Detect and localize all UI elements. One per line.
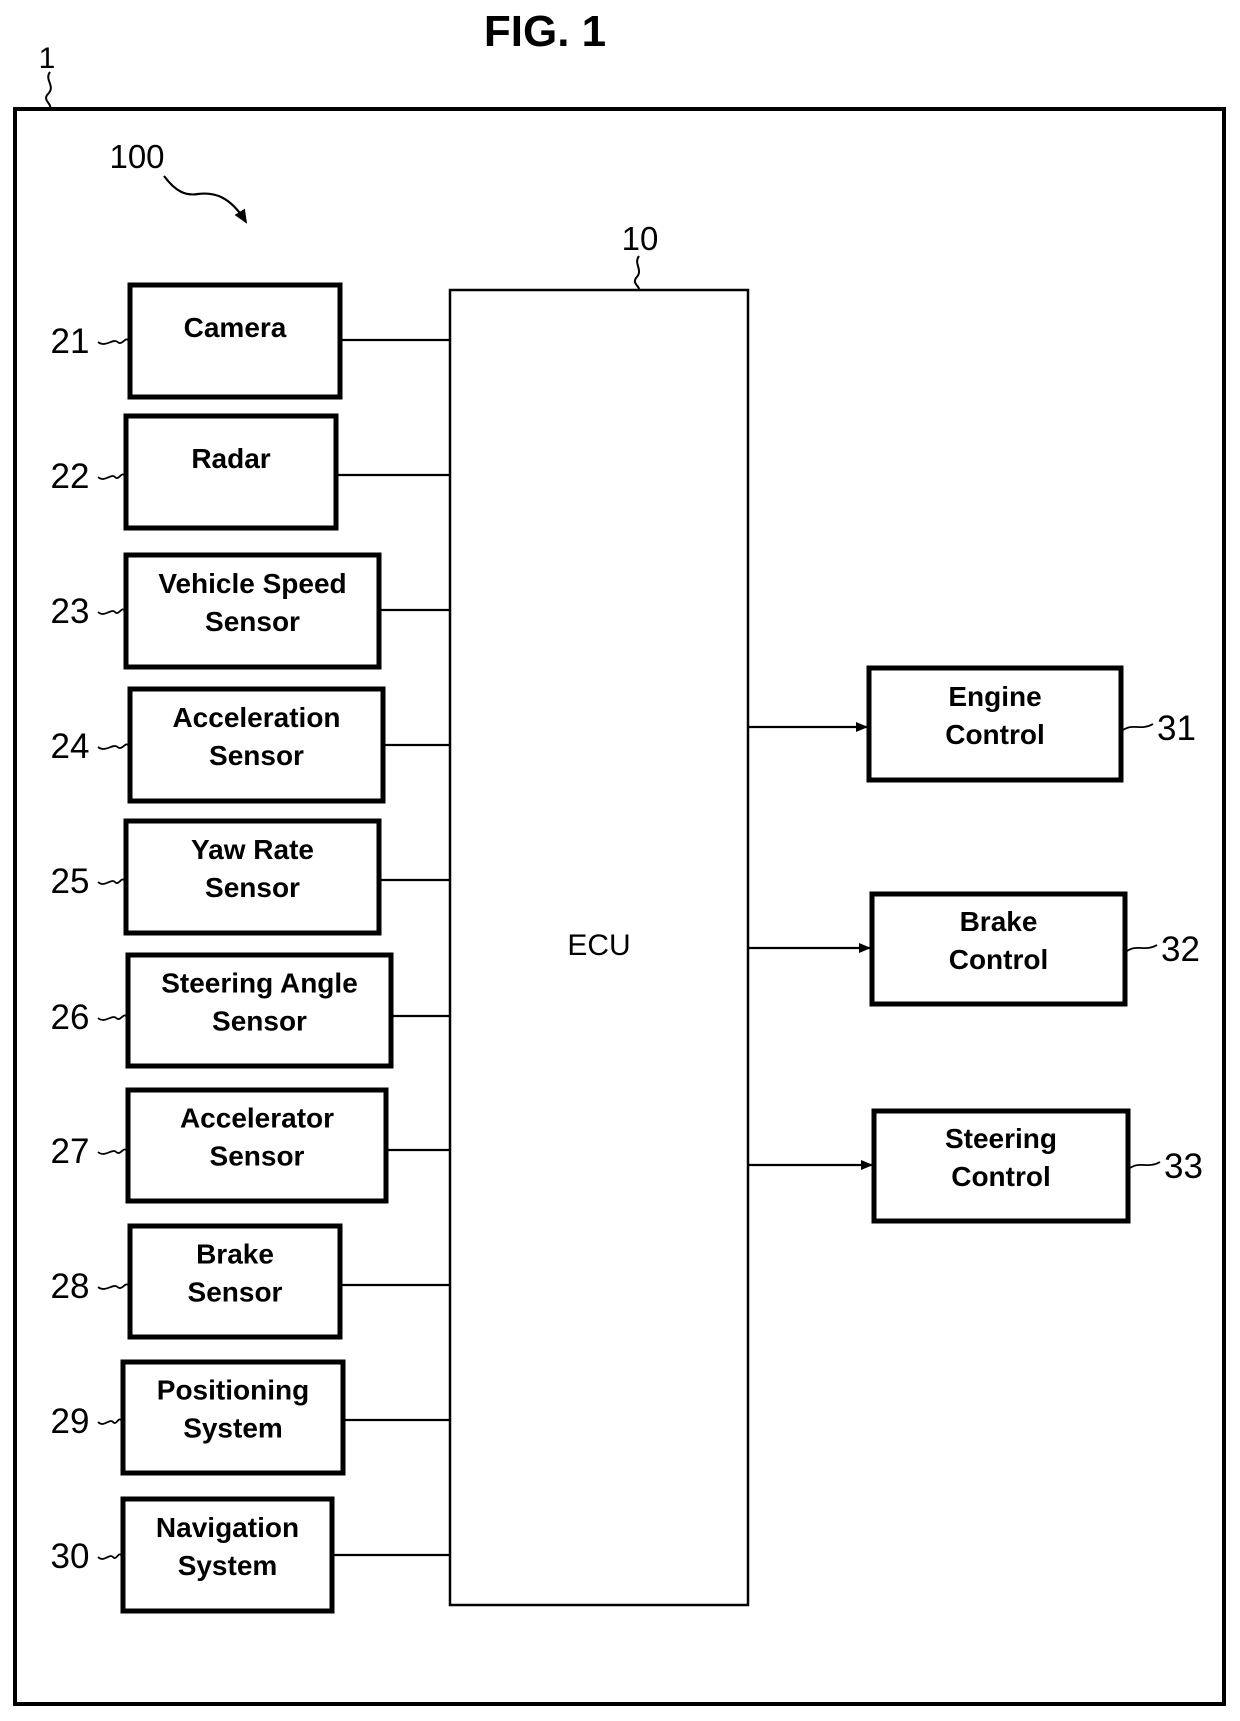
input-label-navigation-system-line-2: System <box>178 1550 278 1581</box>
output-ref-leader-32 <box>1126 944 1158 952</box>
input-ref-leader-21 <box>97 338 129 345</box>
input-block-accelerator-sensor: Accelerator Sensor 27 <box>51 1087 450 1204</box>
vehicle-ref-leader <box>45 71 52 109</box>
input-label-yaw-rate-sensor-line-2: Sensor <box>205 872 300 903</box>
output-label-engine-control-line-1: Engine <box>948 681 1041 712</box>
block-diagram: FIG. 1 1 100 10 ECU Camera 21 Radar 22 Vehic… <box>13 7 1226 1706</box>
input-label-yaw-rate-sensor-line-1: Yaw Rate <box>191 834 314 865</box>
input-ref-26: 26 <box>51 998 90 1037</box>
input-block-acceleration-sensor: Acceleration Sensor 24 <box>51 686 450 804</box>
input-ref-leader-27 <box>97 1148 127 1155</box>
output-label-steering-control-line-2: Control <box>951 1161 1051 1192</box>
input-label-acceleration-sensor-line-1: Acceleration <box>172 702 340 733</box>
input-label-navigation-system-line-1: Navigation <box>156 1512 299 1543</box>
input-block-steering-angle-sensor: Steering Angle Sensor 26 <box>51 952 450 1069</box>
input-label-acceleration-sensor-line-2: Sensor <box>209 740 304 771</box>
input-label-vehicle-speed-sensor-line-2: Sensor <box>205 606 300 637</box>
output-blocks: Engine Control 31 Brake Control 32 Steering Con… <box>748 665 1203 1224</box>
input-ref-23: 23 <box>51 592 90 631</box>
output-ref-leader-33 <box>1129 1161 1161 1169</box>
ecu-ref-leader <box>633 255 641 291</box>
input-label-brake-sensor-line-1: Brake <box>196 1239 274 1270</box>
input-ref-24: 24 <box>51 727 90 766</box>
input-block-yaw-rate-sensor: Yaw Rate Sensor 25 <box>51 818 450 936</box>
output-ref-leader-31 <box>1122 723 1154 731</box>
input-ref-leader-23 <box>97 608 125 615</box>
input-ref-25: 25 <box>51 862 90 901</box>
output-label-brake-control-line-2: Control <box>949 944 1049 975</box>
figure-title: FIG. 1 <box>484 7 606 56</box>
output-block-engine-control: Engine Control 31 <box>748 665 1196 783</box>
output-label-engine-control-line-2: Control <box>945 719 1045 750</box>
output-label-brake-control-line-1: Brake <box>960 906 1038 937</box>
input-ref-22: 22 <box>51 457 90 496</box>
output-block-steering-control: Steering Control 33 <box>748 1108 1203 1224</box>
input-label-brake-sensor-line-2: Sensor <box>188 1277 283 1308</box>
input-label-radar-line-1: Radar <box>191 443 270 474</box>
ecu-label: ECU <box>567 929 630 962</box>
output-ref-33: 33 <box>1164 1147 1203 1186</box>
output-block-brake-control: Brake Control 32 <box>748 891 1200 1007</box>
input-ref-29: 29 <box>51 1402 90 1441</box>
input-ref-leader-24 <box>97 743 129 750</box>
input-label-positioning-system-line-2: System <box>183 1413 283 1444</box>
output-label-steering-control-line-1: Steering <box>945 1123 1057 1154</box>
vehicle-ref-label: 1 <box>39 42 56 75</box>
input-ref-30: 30 <box>51 1537 90 1576</box>
output-ref-32: 32 <box>1161 930 1200 969</box>
input-label-steering-angle-sensor-line-2: Sensor <box>212 1006 307 1037</box>
input-block-brake-sensor: Brake Sensor 28 <box>51 1223 450 1340</box>
input-block-vehicle-speed-sensor: Vehicle Speed Sensor 23 <box>51 552 450 670</box>
input-label-accelerator-sensor-line-1: Accelerator <box>180 1103 334 1134</box>
input-blocks: Camera 21 Radar 22 Vehicle Speed Sensor 23 Acce… <box>51 282 450 1614</box>
input-label-positioning-system-line-1: Positioning <box>157 1375 309 1406</box>
input-label-accelerator-sensor-line-2: Sensor <box>210 1141 305 1172</box>
input-label-camera-line-1: Camera <box>184 312 287 343</box>
input-ref-leader-28 <box>97 1283 129 1290</box>
input-label-steering-angle-sensor-line-1: Steering Angle <box>161 968 358 999</box>
input-ref-27: 27 <box>51 1132 90 1171</box>
input-ref-leader-22 <box>97 473 125 480</box>
output-ref-31: 31 <box>1157 709 1196 748</box>
input-ref-leader-29 <box>97 1418 122 1425</box>
system-ref-arrow <box>163 175 248 224</box>
system-ref-label: 100 <box>109 138 164 175</box>
input-ref-28: 28 <box>51 1267 90 1306</box>
input-label-vehicle-speed-sensor-line-1: Vehicle Speed <box>158 568 346 599</box>
input-block-navigation-system: Navigation System 30 <box>51 1496 450 1614</box>
input-ref-21: 21 <box>51 322 90 361</box>
input-block-radar: Radar 22 <box>51 413 450 531</box>
input-block-camera: Camera 21 <box>51 282 450 400</box>
input-ref-leader-26 <box>97 1014 127 1021</box>
ecu-ref-label: 10 <box>622 220 659 257</box>
input-ref-leader-25 <box>97 878 125 885</box>
input-ref-leader-30 <box>97 1553 122 1560</box>
input-block-positioning-system: Positioning System 29 <box>51 1359 450 1476</box>
